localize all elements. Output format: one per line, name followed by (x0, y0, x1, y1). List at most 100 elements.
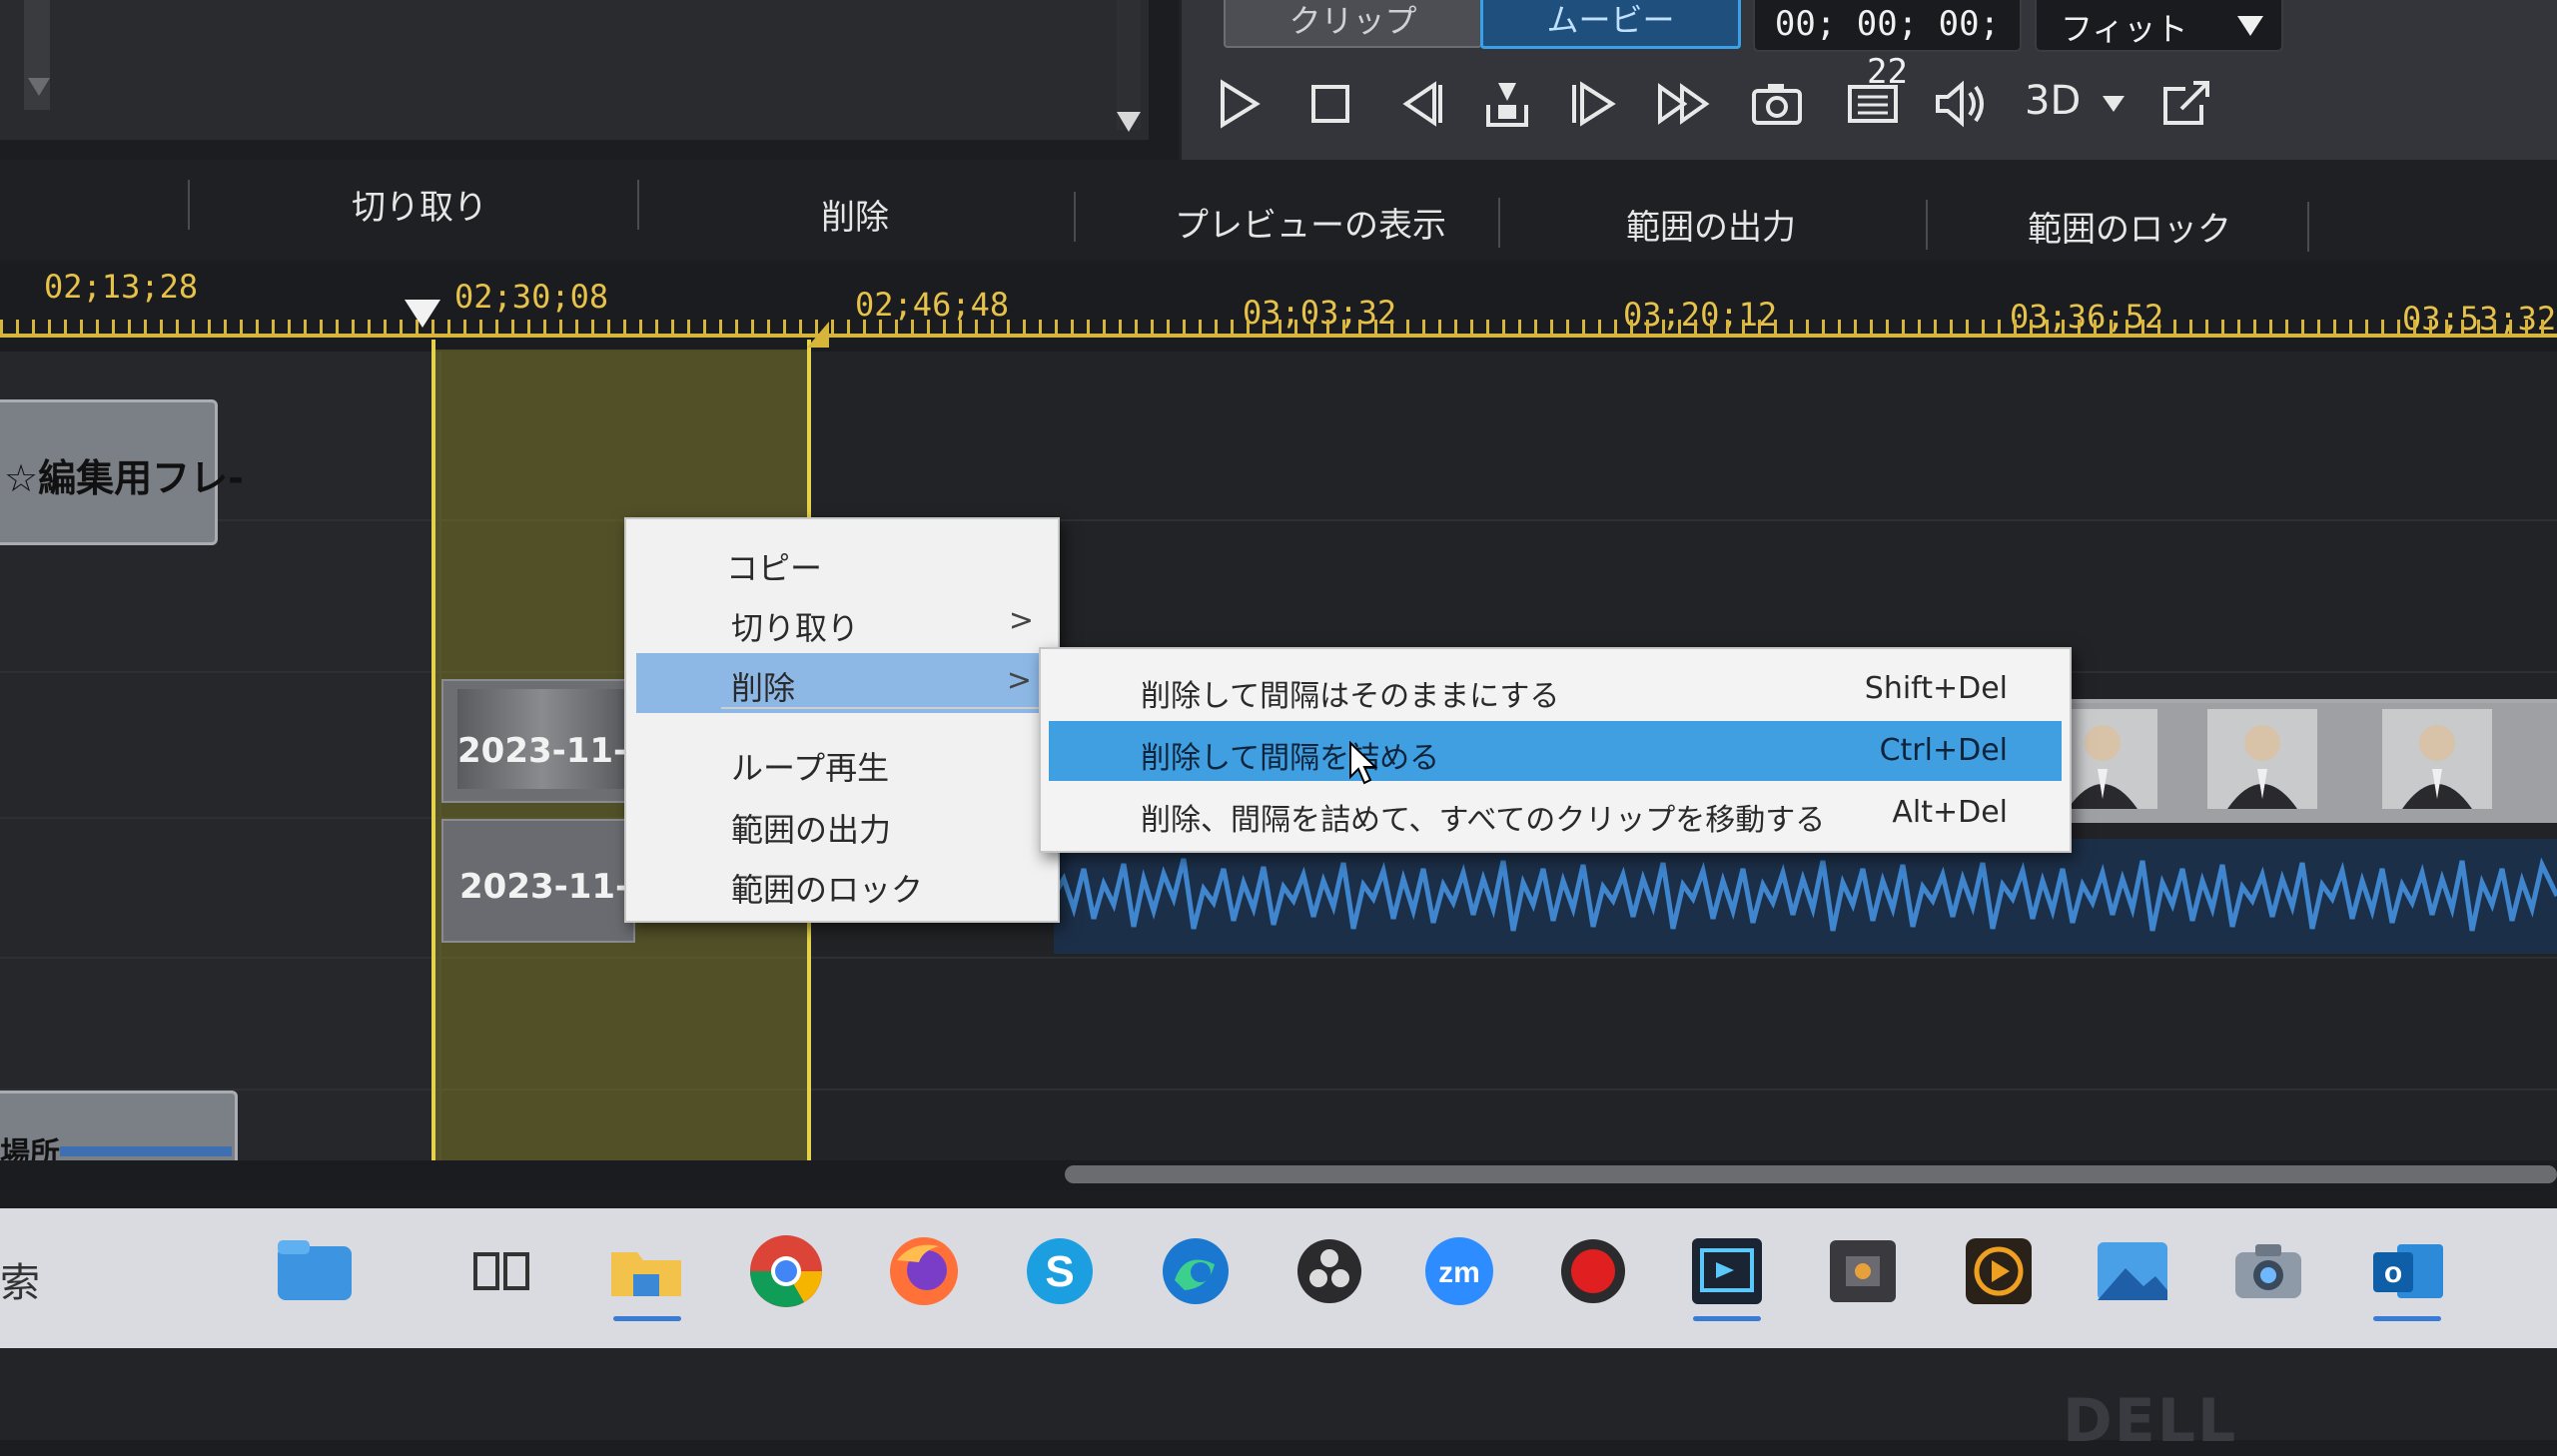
submenu-item-shortcut: Alt+Del (1892, 795, 2008, 830)
scrollbar-thumb[interactable] (1065, 1165, 2557, 1183)
camera-icon[interactable] (2227, 1230, 2309, 1312)
range-delete-button[interactable]: 削除 (821, 190, 889, 239)
range-start-line[interactable] (431, 340, 435, 1160)
toolbar-divider (1926, 200, 1928, 250)
menu-separator (721, 707, 1051, 709)
volume-icon[interactable] (1932, 75, 1990, 133)
movie-mode-tab[interactable]: ムービー (1480, 0, 1741, 49)
photo-app-icon[interactable] (1822, 1230, 1904, 1312)
submenu-item-label: 削除して間隔を詰める (1141, 741, 1440, 776)
mouse-cursor-icon (1348, 740, 1378, 787)
file-explorer-icon[interactable] (274, 1230, 356, 1312)
zoom-glyph: zm (1438, 1256, 1480, 1289)
outlook-glyph: o (2384, 1256, 2402, 1289)
skype-glyph: S (1045, 1247, 1074, 1296)
submenu-item-label: 削除、間隔を詰めて、すべてのクリップを移動する (1141, 803, 1826, 838)
zoom-fit-select[interactable]: フィット (2035, 0, 2283, 52)
active-app-indicator (1693, 1316, 1761, 1321)
menu-item-loop-play[interactable]: ループ再生 (626, 733, 1058, 793)
fast-forward-icon[interactable] (1654, 75, 1712, 133)
menu-item-label: 削除 (731, 669, 796, 707)
submenu-item-label: 削除して間隔はそのままにする (1141, 679, 1560, 714)
previous-frame-icon[interactable] (1390, 75, 1448, 133)
menu-item-label: ループ再生 (731, 749, 890, 787)
3d-mode-button[interactable]: 3D (2025, 78, 2081, 124)
play-icon[interactable] (1209, 75, 1267, 133)
delete-submenu: 削除して間隔はそのままにする Shift+Del 削除して間隔を詰める Ctrl… (1039, 647, 2072, 853)
menu-item-export-range[interactable]: 範囲の出力 (626, 795, 1058, 855)
preview-left-panel (0, 0, 1149, 140)
panel-scrollbar[interactable] (1117, 0, 1141, 130)
track-divider (0, 957, 2557, 959)
ruler-timecode: 02;13;28 (44, 268, 199, 306)
chevron-right-icon: > (1006, 663, 1032, 698)
submenu-item-delete-close-gap[interactable]: 削除して間隔を詰める Ctrl+Del (1049, 721, 2062, 781)
dropdown-arrow-icon (2237, 16, 2263, 36)
taskbar-search-box[interactable]: 索 (0, 1250, 40, 1308)
ruler-timecode: 02;46;48 (855, 286, 1010, 324)
video-thumbnail (2382, 709, 2492, 809)
stop-icon[interactable] (1301, 75, 1359, 133)
range-preview-button[interactable]: プレビューの表示 (1175, 198, 1446, 247)
video-clip-label: 2023-11-2 (457, 731, 651, 771)
photos-icon[interactable] (2092, 1230, 2173, 1312)
toolbar-divider (1498, 198, 1500, 248)
toolbar-divider (637, 180, 639, 230)
playhead-marker-icon[interactable] (405, 300, 440, 328)
video-thumbnail (2207, 709, 2317, 809)
monitor-brand-logo: DELL (2063, 1386, 2238, 1456)
range-cut-button[interactable]: 切り取り (352, 180, 487, 229)
menu-item-label: 範囲の出力 (731, 811, 892, 849)
powerdirector-icon[interactable] (1686, 1230, 1768, 1312)
clip-mode-tab[interactable]: クリップ (1224, 0, 1482, 48)
submenu-item-delete-keep-gap[interactable]: 削除して間隔はそのままにする Shift+Del (1041, 659, 2070, 719)
scroll-down-arrow-icon[interactable] (28, 78, 50, 96)
dropdown-arrow-icon[interactable] (2103, 96, 2125, 112)
track-level-bar (60, 1146, 232, 1156)
subtitle-list-icon[interactable] (1844, 75, 1902, 133)
menu-item-delete[interactable]: 削除 > (636, 653, 1046, 713)
chevron-right-icon: > (1008, 603, 1034, 638)
ruler-baseline (0, 334, 2557, 338)
snapshot-camera-icon[interactable] (1748, 75, 1806, 133)
menu-item-copy[interactable]: コピー (626, 533, 1058, 593)
submenu-item-shortcut: Ctrl+Del (1879, 733, 2008, 768)
firefox-icon[interactable] (883, 1230, 965, 1312)
ruler-ticks (0, 320, 2557, 334)
scroll-down-arrow-icon[interactable] (1117, 112, 1141, 132)
outlook-icon[interactable]: o (2367, 1230, 2449, 1312)
next-frame-icon[interactable] (1566, 75, 1624, 133)
folder-icon[interactable] (605, 1230, 687, 1312)
menu-item-cut[interactable]: 切り取り > (626, 593, 1058, 653)
track-label-text: ☆編集用フレ- (4, 456, 244, 500)
menu-item-label: 範囲のロック (731, 871, 924, 909)
track-divider (0, 519, 2557, 521)
context-menu: コピー 切り取り > 削除 > ループ再生 範囲の出力 範囲のロック (624, 517, 1060, 923)
record-icon[interactable] (1552, 1230, 1634, 1312)
ruler-timecode: 02;30;08 (454, 278, 609, 316)
media-app-icon[interactable] (1958, 1230, 2040, 1312)
submenu-item-shortcut: Shift+Del (1864, 671, 2008, 706)
timecode-display[interactable]: 00; 00; 00; 22 (1753, 0, 2022, 92)
toolbar-divider (1074, 192, 1076, 242)
mark-in-icon[interactable] (1478, 75, 1536, 133)
undock-preview-icon[interactable] (2157, 75, 2215, 133)
edge-icon[interactable] (1155, 1230, 1237, 1312)
menu-item-lock-range[interactable]: 範囲のロック (626, 855, 1058, 915)
active-app-indicator (2373, 1316, 2441, 1321)
zoom-icon[interactable]: zm (1418, 1230, 1500, 1312)
menu-item-label: コピー (726, 549, 823, 587)
submenu-item-delete-close-gap-move-all[interactable]: 削除、間隔を詰めて、すべてのクリップを移動する Alt+Del (1041, 783, 2070, 843)
zoom-fit-label: フィット (2061, 10, 2188, 48)
range-export-button[interactable]: 範囲の出力 (1626, 200, 1796, 249)
task-view-icon[interactable] (461, 1230, 543, 1312)
range-lock-button[interactable]: 範囲のロック (2028, 202, 2231, 251)
obs-icon[interactable] (1288, 1230, 1370, 1312)
audio-waveform[interactable] (1051, 839, 2557, 954)
track-divider (0, 1089, 2557, 1091)
chrome-icon[interactable] (745, 1230, 827, 1312)
toolbar-divider (188, 180, 190, 230)
skype-icon[interactable]: S (1019, 1230, 1101, 1312)
windows-taskbar (0, 1208, 2557, 1348)
menu-item-label: 切り取り (731, 609, 860, 647)
